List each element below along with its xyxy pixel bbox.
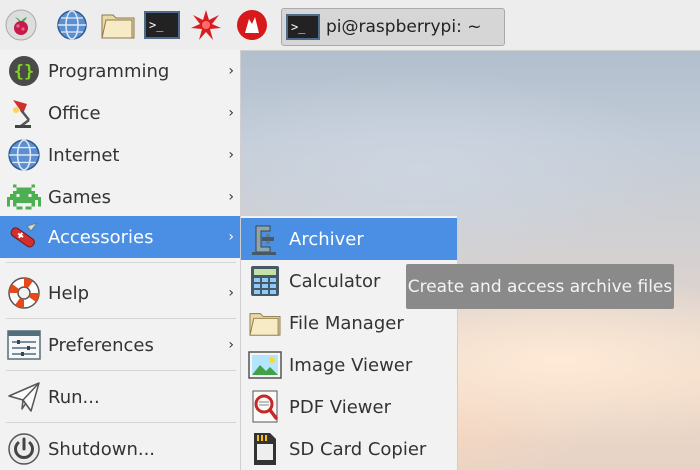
mathematica-icon[interactable] [236,9,268,41]
menu-item-label: Shutdown... [48,438,156,460]
space-invader-icon [6,179,42,215]
pdf-viewer-icon [247,389,283,425]
wolfram-icon[interactable] [190,9,222,41]
menu-item-label: Accessories [48,226,154,248]
menu-item-office[interactable]: Office › [0,92,240,134]
sd-card-icon [247,431,283,467]
submenu-item-label: Calculator [289,270,381,292]
main-menu: {} Programming › Office › Internet › Gam… [0,50,241,470]
image-viewer-icon [247,347,283,383]
terminal-icon[interactable]: >_ [144,9,180,41]
submenu-item-archiver[interactable]: Archiver [241,218,457,260]
lifebuoy-icon [6,275,42,311]
raspberry-icon[interactable] [5,9,37,41]
chevron-right-icon: › [228,63,234,79]
preferences-icon [6,327,42,363]
folder-icon[interactable] [100,9,136,41]
swiss-knife-icon [6,219,42,255]
task-window-terminal[interactable]: >_ pi@raspberrypi: ~ [281,8,505,46]
menu-item-label: Help [48,282,90,304]
menu-item-accessories[interactable]: Accessories › [0,216,240,258]
menu-item-programming[interactable]: {} Programming › [0,50,240,92]
menu-item-shutdown[interactable]: Shutdown... [0,428,240,470]
menu-item-label: Run... [48,386,100,408]
menu-item-games[interactable]: Games › [0,176,240,218]
task-window-label: pi@raspberrypi: ~ [326,17,482,37]
globe-icon [6,137,42,173]
menu-item-preferences[interactable]: Preferences › [0,324,240,366]
menu-separator [6,370,236,371]
tooltip: Create and access archive files [406,264,674,309]
submenu-item-label: SD Card Copier [289,438,427,460]
submenu-item-label: Archiver [289,228,364,250]
chevron-right-icon: › [228,337,234,353]
paper-plane-icon [6,379,42,415]
calculator-icon [247,263,283,299]
submenu-item-image-viewer[interactable]: Image Viewer [241,344,457,386]
power-icon [6,431,42,467]
chevron-right-icon: › [228,189,234,205]
svg-text:{}: {} [14,62,34,82]
chevron-right-icon: › [228,285,234,301]
office-lamp-icon [6,95,42,131]
menu-separator [6,262,236,263]
menu-item-label: Office [48,102,101,124]
menu-item-internet[interactable]: Internet › [0,134,240,176]
archiver-clamp-icon [247,221,283,257]
folder-icon [247,305,283,341]
accessories-submenu: Archiver Calculator File Manager Image V… [241,216,458,470]
programming-icon: {} [6,53,42,89]
taskbar: >_ >_ pi@raspberrypi: ~ [0,0,700,51]
menu-item-label: Games [48,186,111,208]
submenu-item-label: File Manager [289,312,404,334]
globe-icon[interactable] [56,9,88,41]
terminal-icon: >_ [286,14,320,40]
submenu-item-pdf-viewer[interactable]: PDF Viewer [241,386,457,428]
chevron-right-icon: › [228,105,234,121]
submenu-item-sd-card-copier[interactable]: SD Card Copier [241,428,457,470]
menu-item-help[interactable]: Help › [0,272,240,314]
menu-item-label: Internet [48,144,120,166]
submenu-item-label: PDF Viewer [289,396,391,418]
menu-item-run[interactable]: Run... [0,376,240,418]
menu-separator [6,318,236,319]
menu-item-label: Programming [48,60,170,82]
menu-item-label: Preferences [48,334,154,356]
menu-separator [6,422,236,423]
chevron-right-icon: › [228,229,234,245]
submenu-item-label: Image Viewer [289,354,413,376]
chevron-right-icon: › [228,147,234,163]
